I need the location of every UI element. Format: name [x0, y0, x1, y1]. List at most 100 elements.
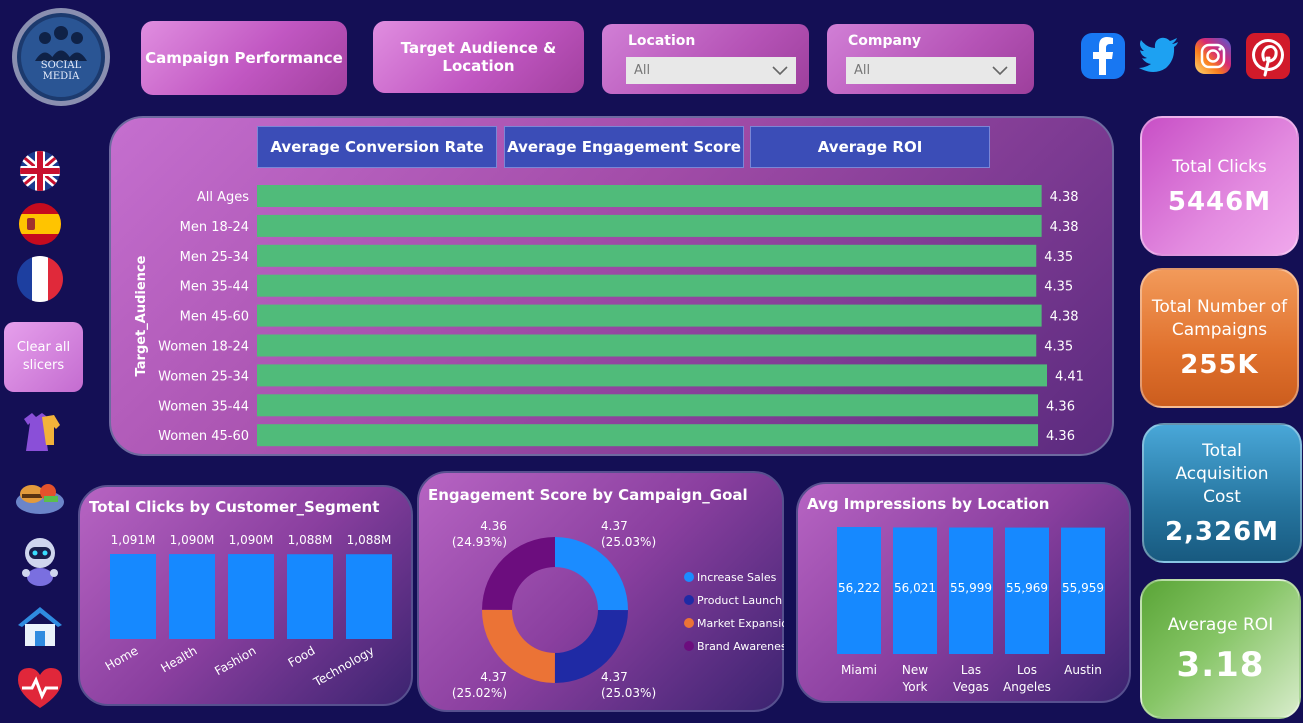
category-label: Los Angeles [1003, 663, 1051, 694]
kpi-total-acquisition-cost: Total Acquisition Cost 2,326M [1142, 423, 1302, 563]
target-audience-location-button[interactable]: Target Audience & Location [373, 21, 584, 93]
audience-bar[interactable] [257, 364, 1047, 387]
clear-all-slicers-button[interactable]: Clear all slicers [4, 322, 83, 392]
kpi-value: 5446M [1167, 186, 1272, 217]
bar-value-label: 4.38 [1050, 220, 1079, 235]
audience-bar[interactable] [257, 274, 1037, 297]
slice-value-label: 4.37 [601, 519, 628, 533]
legend-item[interactable]: Market Expansion [697, 617, 784, 630]
spain-flag-icon[interactable] [14, 202, 66, 246]
fashion-icon[interactable] [14, 405, 66, 455]
social-media-logo: SOCIAL MEDIA [10, 6, 112, 108]
bar-value-label: 4.38 [1050, 190, 1079, 205]
bar-value-label: 55,999 [950, 581, 992, 595]
pinterest-icon[interactable] [1245, 31, 1291, 81]
bar-value-label: 4.36 [1046, 429, 1075, 444]
bar-value-label: 1,091M [111, 533, 156, 547]
category-label: Men 45-60 [180, 310, 249, 325]
clear-all-slicers-label: Clear all slicers [16, 340, 71, 373]
bar-value-label: 55,959 [1062, 581, 1104, 595]
bar-value-label: 55,969 [1006, 581, 1048, 595]
target-audience-bar-chart: Target_Audience All Ages 4.38 Men 18-24 4.38… [134, 185, 1084, 447]
legend-marker [684, 595, 694, 605]
technology-icon[interactable] [14, 533, 66, 587]
uk-flag-icon[interactable] [14, 149, 66, 193]
bar-value-label: 4.35 [1044, 250, 1073, 265]
audience-bar[interactable] [257, 185, 1042, 207]
engagement-donut-chart: 4.37 (25.03%) 4.37 (25.03%) 4.37 (25.02%) 4.36… [452, 519, 784, 700]
slice-percent-label: (25.02%) [452, 686, 507, 700]
clicks-by-segment-chart: 1,091M Home 1,090M Health 1,090M Fashion 1,088… [103, 533, 392, 690]
kpi-title: Total Number of Campaigns [1151, 297, 1288, 340]
health-icon[interactable] [14, 664, 66, 712]
kpi-title: Average ROI [1167, 614, 1274, 635]
legend-item[interactable]: Product Launch [697, 594, 782, 607]
company-slicer-label: Company [848, 33, 922, 49]
audience-bar[interactable] [257, 424, 1039, 447]
bar-value-label: 1,088M [288, 533, 333, 547]
company-slicer: Company All [827, 24, 1034, 94]
facebook-icon[interactable] [1080, 31, 1126, 81]
kpi-value: 3.18 [1176, 644, 1265, 685]
target-audience-panel: Average Conversion Rate Average Engageme… [109, 116, 1114, 456]
category-label: Austin [1064, 663, 1102, 677]
category-label: Men 35-44 [180, 280, 249, 295]
legend-item[interactable]: Increase Sales [697, 571, 777, 584]
audience-bar[interactable] [257, 394, 1039, 417]
category-label: Food [286, 643, 318, 670]
slice-percent-label: (25.03%) [601, 686, 656, 700]
segment-bar[interactable] [110, 554, 156, 639]
bar-value-label: 4.35 [1044, 340, 1073, 355]
bar-value-label: 4.36 [1046, 399, 1075, 414]
audience-bar[interactable] [257, 214, 1042, 237]
y-axis-label: Target_Audience [134, 255, 149, 376]
segment-bar[interactable] [228, 554, 274, 639]
kpi-title: Total Clicks [1172, 156, 1267, 177]
legend-marker [684, 641, 694, 651]
france-flag-icon[interactable] [14, 255, 66, 303]
instagram-icon[interactable] [1194, 37, 1232, 75]
chevron-down-icon [772, 66, 788, 76]
bar-value-label: 56,222 [838, 581, 880, 595]
company-dropdown[interactable]: All [846, 57, 1016, 84]
bar-value-label: 1,088M [347, 533, 392, 547]
category-label: Women 25-34 [158, 369, 249, 384]
category-label: Miami [841, 663, 877, 677]
legend-marker [684, 572, 694, 582]
bar-value-label: 4.35 [1044, 280, 1073, 295]
legend-marker [684, 618, 694, 628]
engagement-by-goal-card: Engagement Score by Campaign_Goal 4.37 (2… [417, 471, 784, 712]
bar-value-label: 1,090M [170, 533, 215, 547]
twitter-icon[interactable] [1137, 33, 1181, 77]
segment-bar[interactable] [346, 554, 392, 639]
home-icon[interactable] [14, 603, 66, 649]
bar-value-label: 56,021 [894, 581, 936, 595]
category-label: Las Vegas [953, 663, 989, 694]
segment-bar[interactable] [169, 554, 215, 639]
bar-value-label: 1,090M [229, 533, 274, 547]
category-label: Fashion [212, 643, 258, 678]
category-label: Home [103, 643, 141, 673]
kpi-value: 2,326M [1164, 516, 1280, 547]
company-dropdown-value: All [854, 63, 871, 78]
category-label: Men 18-24 [180, 220, 249, 235]
location-dropdown[interactable]: All [626, 57, 796, 84]
category-label: Women 45-60 [158, 429, 249, 444]
category-label: Women 18-24 [158, 340, 249, 355]
audience-bar[interactable] [257, 304, 1042, 327]
slice-value-label: 4.36 [480, 519, 507, 533]
category-label: Men 25-34 [180, 250, 249, 265]
audience-bar[interactable] [257, 244, 1037, 267]
location-slicer: Location All [602, 24, 809, 94]
campaign-performance-button[interactable]: Campaign Performance [141, 21, 347, 95]
audience-bar[interactable] [257, 334, 1037, 357]
slice-value-label: 4.37 [480, 670, 507, 684]
legend-item[interactable]: Brand Awareness [697, 640, 784, 653]
impressions-by-location-chart: 56,222 Miami 56,021 New York 55,999 Las Vegas 55… [837, 527, 1105, 694]
food-icon[interactable] [14, 472, 66, 518]
category-label: All Ages [197, 190, 249, 205]
logo-text: SOCIAL MEDIA [40, 60, 82, 82]
kpi-title: Total Acquisition Cost [1175, 440, 1269, 507]
location-dropdown-value: All [634, 63, 651, 78]
segment-bar[interactable] [287, 554, 333, 639]
